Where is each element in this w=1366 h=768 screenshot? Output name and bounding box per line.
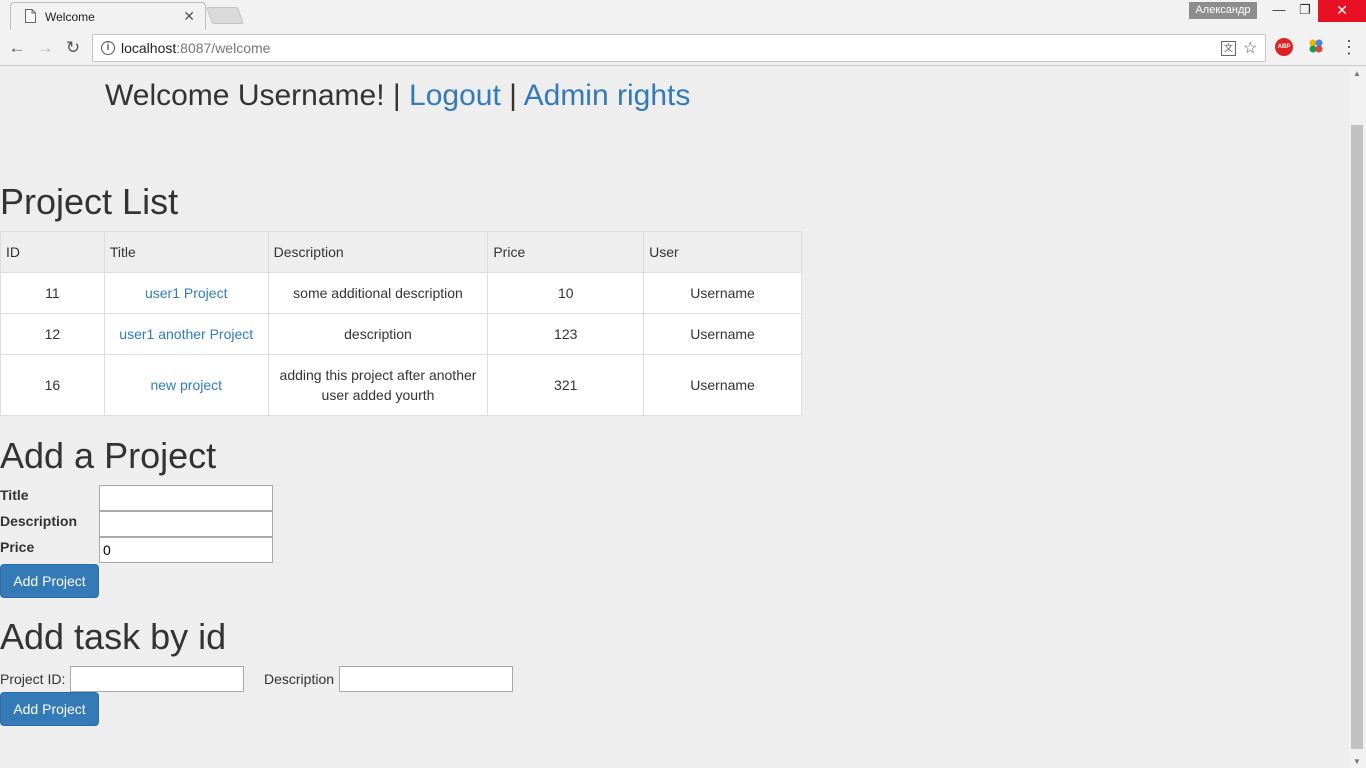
project-id-label: Project ID: [0, 671, 66, 687]
description-label: Description [0, 513, 78, 529]
cell-price: 321 [487, 354, 645, 416]
restore-icon[interactable]: ❐ [1292, 0, 1318, 22]
browser-toolbar: ← → ↻ i localhost:8087/welcome 文 ☆ ABP ⋮ [0, 30, 1366, 66]
address-bar[interactable]: i localhost:8087/welcome 文 ☆ [92, 34, 1266, 62]
minimize-icon[interactable]: — [1266, 0, 1292, 22]
project-title-link[interactable]: new project [150, 377, 222, 393]
cell-price: 123 [487, 313, 645, 355]
scroll-down-arrow-icon[interactable]: ▼ [1353, 757, 1361, 766]
bookmark-star-icon[interactable]: ☆ [1243, 38, 1257, 58]
project-table: ID Title Description Price User 11 user1… [0, 231, 802, 416]
cell-price: 10 [487, 272, 645, 314]
tab-title: Welcome [45, 10, 95, 24]
cell-title: user1 Project [103, 272, 269, 314]
add-task-heading: Add task by id [0, 616, 227, 657]
price-input[interactable] [99, 537, 273, 563]
adblock-plus-icon[interactable]: ABP [1275, 38, 1293, 56]
separator: | [392, 79, 401, 112]
title-input[interactable] [99, 485, 273, 511]
cell-description: description [267, 313, 489, 355]
admin-rights-link[interactable]: Admin rights [524, 79, 691, 112]
title-label: Title [0, 487, 29, 503]
column-header-user: User [643, 231, 802, 273]
column-header-price: Price [487, 231, 645, 273]
browser-titlebar: Welcome ✕ Александр — ❐ ✕ [0, 0, 1366, 30]
back-arrow-icon[interactable]: ← [6, 37, 28, 59]
tab-close-icon[interactable]: ✕ [183, 8, 195, 24]
profile-button[interactable]: Александр [1189, 2, 1257, 19]
forward-arrow-icon[interactable]: → [34, 37, 56, 59]
price-label: Price [0, 539, 35, 555]
cell-id: 11 [0, 272, 105, 314]
column-header-title: Title [103, 231, 269, 273]
scrollbar-thumb[interactable] [1351, 125, 1363, 749]
vertical-scrollbar[interactable]: ▲ ▼ [1349, 67, 1366, 768]
page-icon [25, 9, 36, 23]
project-title-link[interactable]: user1 another Project [119, 326, 253, 342]
extension-icon[interactable] [1308, 38, 1324, 54]
info-icon[interactable]: i [101, 41, 115, 55]
description-input[interactable] [99, 511, 273, 537]
more-menu-icon[interactable]: ⋮ [1340, 36, 1358, 58]
table-header-row: ID Title Description Price User [0, 231, 802, 273]
cell-user: Username [643, 354, 802, 416]
add-project-button[interactable]: Add Project [0, 564, 99, 598]
url-host: localhost [121, 40, 177, 56]
window-close-icon[interactable]: ✕ [1318, 0, 1366, 22]
translate-icon[interactable]: 文 [1221, 41, 1236, 56]
add-task-button[interactable]: Add Project [0, 692, 99, 726]
cell-user: Username [643, 272, 802, 314]
table-row: 11 user1 Project some additional descrip… [0, 272, 802, 314]
browser-tab[interactable]: Welcome ✕ [10, 2, 206, 30]
table-row: 12 user1 another Project description 123… [0, 313, 802, 355]
column-header-description: Description [267, 231, 489, 273]
url-text[interactable]: localhost:8087/welcome [121, 40, 270, 56]
new-tab-button[interactable] [205, 7, 245, 24]
url-path: :8087/welcome [176, 40, 271, 56]
cell-description: some additional description [267, 272, 489, 314]
cell-description: adding this project after another user a… [267, 354, 489, 416]
cell-title: new project [103, 354, 269, 416]
scroll-up-arrow-icon[interactable]: ▲ [1353, 69, 1361, 78]
project-list-heading: Project List [0, 181, 179, 222]
separator: | [509, 79, 517, 112]
project-id-input[interactable] [70, 666, 244, 692]
table-row: 16 new project adding this project after… [0, 354, 802, 416]
cell-id: 16 [0, 354, 105, 416]
task-description-input[interactable] [339, 666, 513, 692]
welcome-header: Welcome Username! | Logout | Admin right… [105, 79, 690, 113]
task-description-label: Description [264, 671, 335, 687]
cell-id: 12 [0, 313, 105, 355]
reload-icon[interactable]: ↻ [62, 37, 84, 59]
welcome-text: Welcome Username! [105, 79, 385, 112]
add-project-heading: Add a Project [0, 435, 217, 476]
column-header-id: ID [0, 231, 105, 273]
cell-title: user1 another Project [103, 313, 269, 355]
project-title-link[interactable]: user1 Project [145, 285, 227, 301]
page-viewport: Welcome Username! | Logout | Admin right… [0, 67, 1349, 768]
logout-link[interactable]: Logout [409, 79, 501, 112]
cell-user: Username [643, 313, 802, 355]
